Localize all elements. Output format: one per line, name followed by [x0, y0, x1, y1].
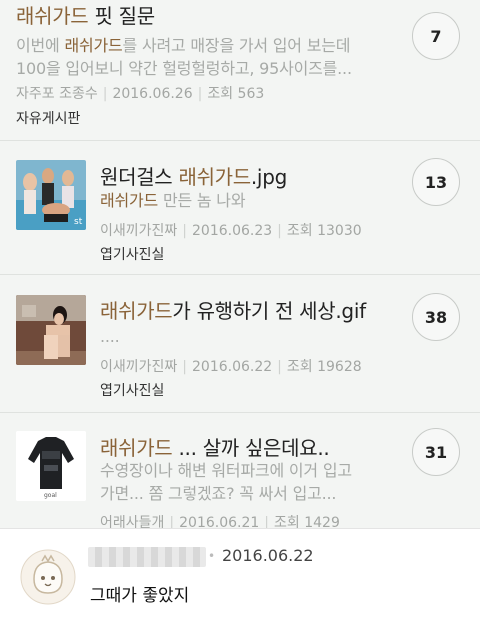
- post-item[interactable]: 래쉬가드 핏 질문 이번에 래쉬가드를 사려고 매장을 가서 입어 보는데 10…: [0, 0, 480, 141]
- svg-text:goal: goal: [44, 492, 57, 499]
- comment-date: 2016.06.22: [222, 546, 314, 565]
- post-views: 조회 19628: [286, 359, 362, 375]
- post-board[interactable]: 엽기사진실: [100, 380, 164, 400]
- post-board[interactable]: 엽기사진실: [100, 244, 164, 264]
- post-item[interactable]: st 원더걸스 래쉬가드.jpg 래쉬가드 만든 놈 나와 이새끼가진짜 | 201…: [0, 141, 480, 275]
- post-author: 이새끼가진짜: [100, 223, 178, 239]
- post-date: 2016.06.23: [192, 223, 273, 239]
- comment-text: 그때가 좋았지: [90, 586, 190, 606]
- post-excerpt: ....: [100, 327, 120, 346]
- post-thumbnail[interactable]: goal: [16, 431, 86, 501]
- comment-count-badge[interactable]: 38: [412, 293, 460, 341]
- post-title[interactable]: 원더걸스 래쉬가드.jpg: [100, 161, 287, 190]
- post-excerpt: 래쉬가드 만든 놈 나와: [100, 191, 246, 210]
- post-board[interactable]: 자유게시판: [16, 108, 80, 128]
- post-item[interactable]: 래쉬가드가 유행하기 전 세상.gif .... 이새끼가진짜 | 2016.06.…: [0, 275, 480, 413]
- post-item[interactable]: goal 래쉬가드 ... 살까 싶은데요.. 수영장이나 해변 워터파크에 이…: [0, 413, 480, 528]
- post-meta: 이새끼가진짜 | 2016.06.22 | 조회 19628: [100, 359, 362, 375]
- post-title[interactable]: 래쉬가드가 유행하기 전 세상.gif: [100, 295, 366, 324]
- separator-dot: •: [208, 549, 216, 563]
- comment-item: • 2016.06.22 그때가 좋았지: [0, 528, 480, 628]
- post-meta: 이새끼가진짜 | 2016.06.23 | 조회 13030: [100, 223, 362, 239]
- post-date: 2016.06.26: [112, 86, 193, 102]
- post-excerpt: 이번에 래쉬가드를 사려고 매장을 가서 입어 보는데 100을 입어보니 약간…: [16, 36, 352, 78]
- post-author: 어래사들개: [100, 515, 165, 528]
- post-feed: 래쉬가드 핏 질문 이번에 래쉬가드를 사려고 매장을 가서 입어 보는데 10…: [0, 0, 480, 528]
- post-author: 이새끼가진짜: [100, 359, 178, 375]
- post-meta: 자주포 조종수 | 2016.06.26 | 조회 563: [16, 86, 265, 102]
- post-views: 조회 563: [207, 86, 265, 102]
- post-thumbnail[interactable]: [16, 295, 86, 365]
- post-date: 2016.06.22: [192, 359, 273, 375]
- post-date: 2016.06.21: [179, 515, 260, 528]
- post-views: 조회 1429: [274, 515, 340, 528]
- post-views: 조회 13030: [286, 223, 362, 239]
- post-title[interactable]: 래쉬가드 핏 질문: [16, 0, 155, 29]
- comment-count-badge[interactable]: 13: [412, 158, 460, 206]
- post-thumbnail[interactable]: st: [16, 160, 86, 230]
- commenter-name-blurred: [88, 547, 206, 567]
- svg-text:st: st: [74, 217, 83, 227]
- avatar[interactable]: [20, 549, 76, 605]
- comment-count-badge[interactable]: 7: [412, 12, 460, 60]
- post-title[interactable]: 래쉬가드 ... 살까 싶은데요..: [100, 432, 330, 461]
- post-author: 자주포 조종수: [16, 86, 98, 102]
- post-meta: 어래사들개 | 2016.06.21 | 조회 1429: [100, 512, 340, 528]
- comment-count-badge[interactable]: 31: [412, 428, 460, 476]
- post-excerpt: 수영장이나 해변 워터파크에 이거 입고 가면... 쫌 그렇겠죠? 꼭 싸서 …: [100, 461, 352, 503]
